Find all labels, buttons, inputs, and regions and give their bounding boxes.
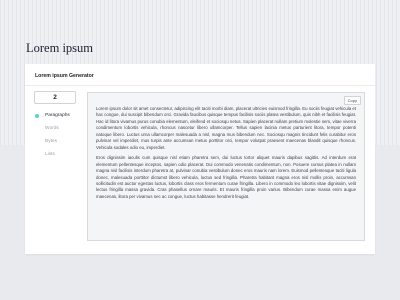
generated-paragraph: Eros dignissim iaculis cum quisque nisl … bbox=[96, 155, 356, 199]
quantity-input[interactable]: 2 bbox=[34, 91, 76, 104]
option-lists[interactable]: Lists bbox=[33, 148, 83, 161]
generated-text-area[interactable]: Copy Lorem ipsum dolor sit amet consecte… bbox=[87, 92, 365, 241]
divider bbox=[25, 85, 375, 86]
generator-card: Lorem ipsum Generator 2 Paragraphs Words… bbox=[25, 64, 375, 254]
copy-button[interactable]: Copy bbox=[343, 96, 361, 105]
option-words[interactable]: Words bbox=[33, 122, 83, 135]
option-label: Words bbox=[45, 126, 59, 131]
page-title: Lorem ipsum bbox=[26, 41, 94, 55]
active-dot-icon bbox=[35, 113, 39, 118]
option-bytes[interactable]: Bytes bbox=[33, 135, 83, 148]
unit-options: Paragraphs Words Bytes Lists bbox=[33, 109, 83, 161]
option-label: Paragraphs bbox=[45, 113, 70, 118]
option-label: Bytes bbox=[45, 139, 57, 144]
option-paragraphs[interactable]: Paragraphs bbox=[33, 109, 83, 122]
generated-paragraph: Lorem ipsum dolor sit amet consectetur, … bbox=[96, 106, 356, 150]
generator-title: Lorem ipsum Generator bbox=[35, 73, 94, 79]
option-label: Lists bbox=[45, 152, 55, 157]
